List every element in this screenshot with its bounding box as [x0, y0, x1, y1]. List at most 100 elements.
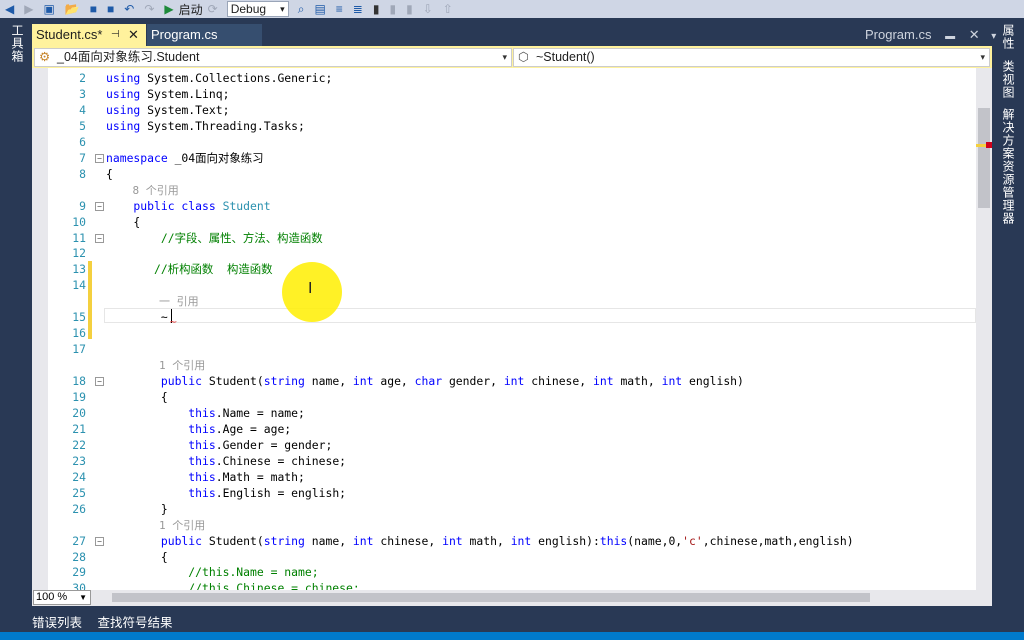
code-line[interactable]: 11− //字段、属性、方法、构造函数 — [48, 230, 978, 246]
tab-program-cs[interactable]: Program.cs — [147, 24, 262, 46]
next-bookmark-icon[interactable]: ▮ — [406, 2, 413, 16]
collapse-icon[interactable]: − — [95, 153, 104, 163]
refresh-icon[interactable]: ⟳ — [208, 2, 218, 16]
down-arrow-icon[interactable]: ⇩ — [423, 2, 433, 16]
toolbox-tab[interactable]: 工具箱 — [9, 24, 26, 63]
class-dropdown[interactable]: ⚙ _04面向对象练习.Student — [34, 48, 512, 67]
h-scroll-thumb[interactable] — [112, 593, 870, 602]
code-line[interactable]: 22 this.Gender = gender; — [48, 437, 978, 453]
code-token: this — [599, 533, 628, 548]
code-token: .Chinese = chinese; — [215, 453, 347, 468]
pin-icon[interactable]: ⊣ — [111, 24, 120, 46]
code-line[interactable]: 7− namespace _04面向对象练习 — [48, 150, 978, 166]
code-line[interactable]: 17 — [48, 341, 978, 357]
code-token: 8 个引用 — [106, 183, 179, 197]
collapse-icon[interactable]: − — [95, 377, 104, 387]
collapse-icon[interactable]: − — [95, 201, 104, 211]
zoom-select[interactable]: 100 % ▼ — [33, 590, 91, 605]
code-line[interactable]: 24 this.Math = math; — [48, 469, 978, 485]
code-text: public Student(string name, int age, cha… — [106, 373, 744, 389]
code-line[interactable]: 20 this.Name = name; — [48, 405, 978, 421]
code-token: { — [106, 390, 168, 404]
code-line[interactable]: 23 this.Chinese = chinese; — [48, 453, 978, 469]
code-token: this — [106, 485, 216, 500]
horizontal-scrollbar[interactable]: 100 % ▼ — [32, 590, 992, 606]
code-line[interactable]: 10 { — [48, 214, 978, 230]
undo-icon[interactable]: ↶ — [124, 2, 134, 16]
tab-student-cs[interactable]: Student.cs* ⊣ ✕ — [32, 24, 146, 46]
line-number: 8 — [79, 166, 86, 181]
code-line[interactable]: 12 — [48, 245, 978, 261]
code-line[interactable]: 26 } — [48, 501, 978, 517]
code-text: this.Age = age; — [106, 421, 291, 437]
scroll-thumb[interactable] — [978, 108, 990, 208]
code-line[interactable]: 3 using System.Linq; — [48, 86, 978, 102]
code-line[interactable]: 29 //this.Name = name; — [48, 564, 978, 580]
code-line[interactable]: 27− public Student(string name, int chin… — [48, 533, 978, 549]
code-line[interactable]: 8{ — [48, 166, 978, 182]
config-select[interactable]: Debug — [226, 1, 289, 17]
indicator-margin — [32, 68, 48, 590]
line-number: 17 — [72, 342, 86, 357]
start-button[interactable]: 启动 — [179, 1, 203, 18]
codelens-references[interactable]: 一 引用 — [48, 293, 978, 309]
code-line[interactable]: 18− public Student(string name, int age,… — [48, 373, 978, 389]
code-token: int — [442, 533, 470, 548]
up-arrow-icon[interactable]: ⇧ — [443, 2, 453, 16]
code-line[interactable]: 28 { — [48, 549, 978, 565]
prev-bookmark-icon[interactable]: ▮ — [389, 2, 396, 16]
new-project-icon[interactable]: ▣ — [43, 2, 54, 16]
collapse-icon[interactable]: − — [95, 536, 104, 546]
code-token: using — [106, 118, 148, 133]
code-token: this — [106, 405, 216, 420]
comment-icon[interactable]: ≡ — [336, 2, 343, 16]
tab-error-list[interactable]: 错误列表 — [32, 616, 82, 630]
class-view-tab[interactable]: 类视图 — [1000, 60, 1017, 99]
vertical-scrollbar[interactable] — [976, 68, 992, 590]
code-line[interactable]: 13 //析构函数 构造函数 — [48, 261, 978, 277]
code-editor[interactable]: 2 using System.Collections.Generic; 3 using… — [32, 68, 992, 590]
redo-icon[interactable]: ↷ — [144, 2, 154, 16]
tab-label: Program.cs — [151, 27, 218, 42]
codelens-references[interactable]: 8 个引用 — [48, 182, 978, 198]
start-icon[interactable]: ▶ — [164, 2, 173, 16]
code-line[interactable]: 6 — [48, 134, 978, 150]
code-text: using System.Collections.Generic; — [106, 70, 332, 86]
codelens-references[interactable]: 1 个引用 — [48, 517, 978, 533]
uncomment-icon[interactable]: ≣ — [353, 2, 363, 16]
forward-icon[interactable]: ▶ — [24, 2, 33, 16]
close-icon[interactable]: ✕ — [969, 27, 980, 42]
bookmark-icon[interactable]: ▮ — [373, 2, 380, 16]
code-token: Student( — [208, 374, 264, 389]
line-number: 19 — [72, 390, 86, 404]
close-icon[interactable]: ✕ — [128, 24, 139, 46]
layout-icon[interactable]: ▤ — [314, 2, 325, 16]
save-all-icon[interactable]: ■ — [107, 2, 114, 16]
codelens-references[interactable]: 1 个引用 — [48, 357, 978, 373]
open-file-icon[interactable]: 📂 — [65, 2, 80, 16]
properties-tab[interactable]: 属性 — [1000, 24, 1017, 50]
collapse-icon[interactable]: − — [95, 233, 104, 243]
line-number: 15 — [72, 310, 86, 325]
code-line[interactable]: 30 //this.Chinese = chinese; — [48, 580, 978, 590]
save-icon[interactable]: ■ — [90, 2, 97, 16]
find-icon[interactable]: ⌕ — [298, 2, 305, 17]
keep-open-icon[interactable]: ▬ — [945, 31, 955, 42]
tab-find-symbol-results[interactable]: 查找符号结果 — [98, 616, 173, 630]
code-line[interactable]: 5 using System.Threading.Tasks; — [48, 118, 978, 134]
code-line[interactable]: 4 using System.Text; — [48, 102, 978, 118]
code-token: name, — [311, 533, 353, 548]
solution-explorer-tab[interactable]: 解决方案资源管理器 — [1000, 108, 1017, 225]
preview-tab[interactable]: Program.cs ▬ ✕ ▾ — [865, 24, 996, 48]
code-line[interactable]: 25 this.English = english; — [48, 485, 978, 501]
code-line[interactable]: 9− public class Student — [48, 198, 978, 214]
tab-list-dropdown-icon[interactable]: ▾ — [991, 31, 996, 42]
back-icon[interactable]: ◀ — [5, 2, 14, 16]
code-token: math, — [620, 374, 662, 389]
code-line[interactable]: 19 { — [48, 389, 978, 405]
code-line[interactable]: 16 — [48, 325, 978, 341]
code-line[interactable]: 14 — [48, 277, 978, 293]
code-line[interactable]: 21 this.Age = age; — [48, 421, 978, 437]
code-line[interactable]: 2 using System.Collections.Generic; — [48, 70, 978, 86]
member-dropdown[interactable]: ⬡ ~Student() — [513, 48, 990, 67]
